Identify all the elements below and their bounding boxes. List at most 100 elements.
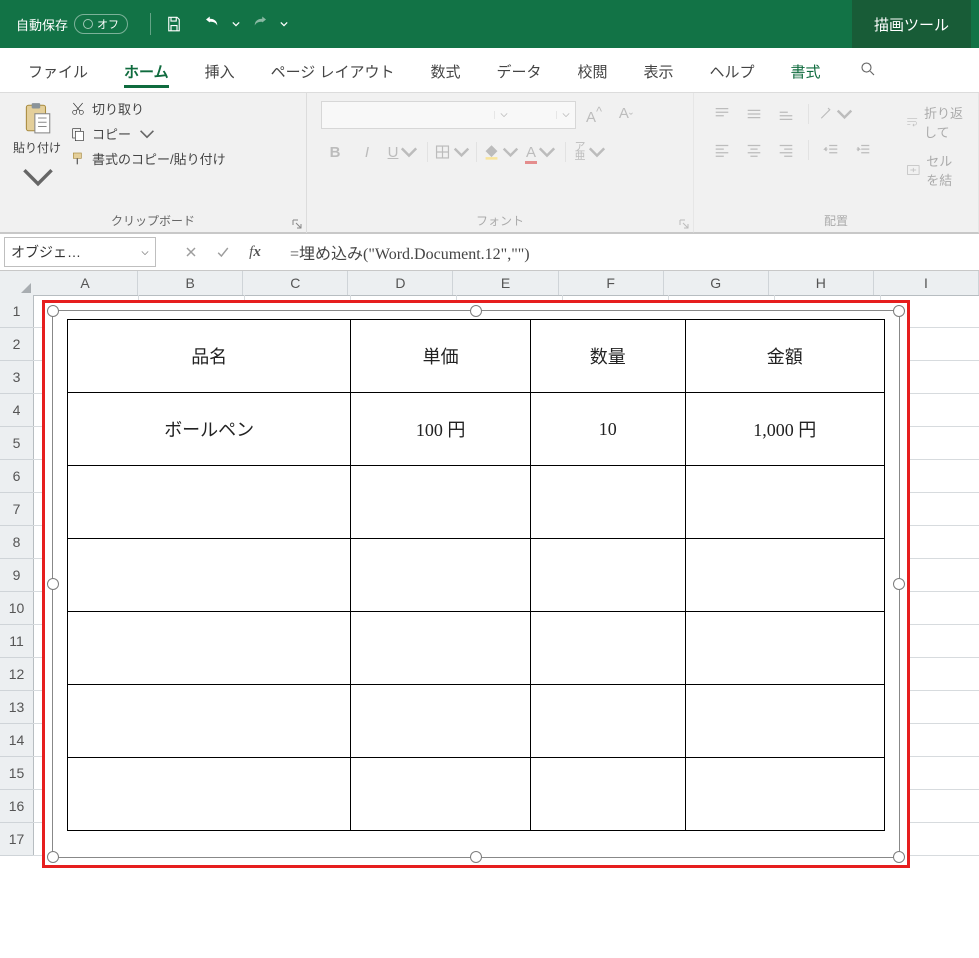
tab-formulas[interactable]: 数式: [416, 53, 474, 92]
row-header-7[interactable]: 7: [0, 493, 33, 526]
align-top-icon: [713, 105, 731, 123]
row-header-17[interactable]: 17: [0, 823, 33, 856]
row-header-5[interactable]: 5: [0, 427, 33, 460]
resize-handle-ne[interactable]: [893, 305, 905, 317]
font-name-dropdown[interactable]: [494, 111, 513, 119]
wrap-text-label: 折り返して: [924, 103, 964, 141]
redo-button[interactable]: [241, 0, 279, 48]
align-top-button[interactable]: [708, 101, 736, 127]
column-header-I[interactable]: I: [874, 271, 979, 295]
font-launcher[interactable]: [677, 217, 691, 231]
column-header-A[interactable]: A: [33, 271, 138, 295]
row-header-9[interactable]: 9: [0, 559, 33, 592]
phonetic-button[interactable]: ア亜: [572, 139, 608, 165]
formula-input[interactable]: =埋め込み("Word.Document.12",""): [276, 240, 979, 264]
row-header-4[interactable]: 4: [0, 394, 33, 427]
row-header-14[interactable]: 14: [0, 724, 33, 757]
font-name-select[interactable]: [321, 101, 576, 129]
save-button[interactable]: [155, 0, 193, 48]
search-button[interactable]: [845, 52, 891, 92]
undo-button[interactable]: [193, 0, 231, 48]
align-center-button[interactable]: [740, 137, 768, 163]
resize-handle-w[interactable]: [47, 578, 59, 590]
increase-indent-button[interactable]: [849, 137, 877, 163]
tab-data[interactable]: データ: [482, 53, 555, 92]
column-header-F[interactable]: F: [559, 271, 664, 295]
column-header-D[interactable]: D: [348, 271, 453, 295]
copy-label: コピー: [92, 124, 131, 143]
resize-handle-sw[interactable]: [47, 851, 59, 863]
tab-view[interactable]: 表示: [630, 53, 688, 92]
column-header-C[interactable]: C: [243, 271, 348, 295]
resize-handle-nw[interactable]: [47, 305, 59, 317]
column-header-E[interactable]: E: [453, 271, 558, 295]
save-icon: [165, 15, 183, 33]
undo-icon: [203, 15, 221, 33]
italic-button[interactable]: I: [353, 139, 381, 165]
table-cell: [68, 685, 351, 758]
row-header-15[interactable]: 15: [0, 757, 33, 790]
align-bottom-button[interactable]: [772, 101, 800, 127]
tab-insert[interactable]: 挿入: [191, 53, 249, 92]
undo-dropdown[interactable]: [231, 0, 241, 48]
resize-handle-se[interactable]: [893, 851, 905, 863]
tab-home[interactable]: ホーム: [110, 53, 183, 92]
row-header-6[interactable]: 6: [0, 460, 33, 493]
column-header-H[interactable]: H: [769, 271, 874, 295]
fill-color-button[interactable]: [483, 139, 519, 165]
cancel-formula-button[interactable]: [176, 239, 206, 265]
resize-handle-s[interactable]: [470, 851, 482, 863]
font-size-dropdown[interactable]: [556, 111, 575, 119]
autosave-label: 自動保存: [16, 15, 68, 34]
drawing-tools-tab[interactable]: 描画ツール: [852, 0, 971, 48]
select-all-corner[interactable]: [0, 271, 34, 296]
row-header-8[interactable]: 8: [0, 526, 33, 559]
fill-color-icon: [483, 143, 500, 161]
embedded-word-object[interactable]: 品名単価数量金額 ボールペン100 円101,000 円: [42, 300, 910, 868]
tab-page-layout[interactable]: ページ レイアウト: [257, 53, 409, 92]
row-header-12[interactable]: 12: [0, 658, 33, 691]
tab-help[interactable]: ヘルプ: [696, 53, 769, 92]
name-box[interactable]: オブジェ…: [4, 237, 156, 267]
tab-review[interactable]: 校閲: [564, 53, 622, 92]
decrease-font-button[interactable]: Aˇ: [612, 102, 640, 128]
resize-handle-n[interactable]: [470, 305, 482, 317]
qat-customize[interactable]: [279, 0, 289, 48]
table-header: 単価: [351, 320, 531, 393]
column-header-B[interactable]: B: [138, 271, 243, 295]
resize-handle-e[interactable]: [893, 578, 905, 590]
paste-button[interactable]: 貼り付け: [8, 97, 66, 198]
copy-button[interactable]: コピー: [70, 124, 226, 143]
tab-file[interactable]: ファイル: [14, 53, 102, 92]
align-right-button[interactable]: [772, 137, 800, 163]
clipboard-launcher[interactable]: [290, 217, 304, 231]
row-header-10[interactable]: 10: [0, 592, 33, 625]
wrap-text-button[interactable]: 折り返して: [906, 103, 964, 141]
enter-formula-button[interactable]: [208, 239, 238, 265]
decrease-indent-button[interactable]: [817, 137, 845, 163]
border-button[interactable]: [434, 139, 470, 165]
column-header-G[interactable]: G: [664, 271, 769, 295]
increase-font-button[interactable]: A^: [580, 102, 608, 128]
italic-icon: I: [365, 144, 369, 161]
worksheet[interactable]: ABCDEFGHI 1234567891011121314151617 品名単価…: [0, 271, 979, 958]
row-header-16[interactable]: 16: [0, 790, 33, 823]
row-header-3[interactable]: 3: [0, 361, 33, 394]
fx-button[interactable]: fx: [240, 239, 270, 265]
merge-button[interactable]: セルを結: [906, 151, 964, 189]
align-middle-button[interactable]: [740, 101, 768, 127]
font-color-button[interactable]: A: [523, 139, 559, 165]
row-header-13[interactable]: 13: [0, 691, 33, 724]
cut-button[interactable]: 切り取り: [70, 99, 226, 118]
row-header-11[interactable]: 11: [0, 625, 33, 658]
orientation-button[interactable]: [817, 101, 853, 127]
row-header-2[interactable]: 2: [0, 328, 33, 361]
underline-button[interactable]: U: [385, 139, 421, 165]
align-left-button[interactable]: [708, 137, 736, 163]
paste-label: 貼り付け: [13, 139, 61, 156]
format-painter-button[interactable]: 書式のコピー/貼り付け: [70, 149, 226, 168]
autosave-toggle[interactable]: 自動保存 オフ: [8, 14, 136, 34]
tab-format[interactable]: 書式: [777, 53, 835, 92]
bold-button[interactable]: B: [321, 139, 349, 165]
row-header-1[interactable]: 1: [0, 295, 33, 328]
